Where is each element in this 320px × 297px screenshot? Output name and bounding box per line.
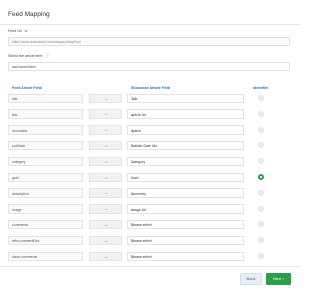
feed-field-box: comments	[8, 219, 83, 230]
mapping-row: category → Category ⌄	[0, 154, 300, 169]
chevron-down-icon: ⌄	[131, 207, 135, 212]
chevron-down-icon: ⌄	[131, 255, 135, 259]
mapping-row: pubDate → Publish Date Utc ⌄	[0, 138, 300, 153]
showcase-field-select[interactable]: Publish Date Utc ⌄	[127, 140, 244, 151]
showcase-field-select[interactable]: Summary ⌄	[127, 188, 244, 198]
mapping-row: slash:comments → Please select ⌄	[0, 249, 300, 264]
identifier-radio[interactable]	[258, 253, 264, 259]
identifier-radio[interactable]	[258, 95, 264, 101]
showcase-field-select[interactable]: Category ⌄	[127, 156, 244, 167]
identifier-radio[interactable]	[258, 158, 264, 165]
right-arrow-icon: →	[89, 251, 122, 261]
identifier-radio[interactable]	[258, 142, 264, 149]
feed-field-label: dc:creator	[12, 128, 28, 133]
feed-url-label: Feed Url	[8, 29, 22, 33]
showcase-field-select[interactable]: Image Url ⌄	[127, 204, 244, 214]
identifier-radio[interactable]	[258, 205, 264, 212]
chevron-down-icon: ⌄	[131, 97, 135, 101]
next-button-label: Next	[273, 276, 282, 281]
feed-field-box: description	[8, 188, 83, 198]
header-divider	[0, 24, 300, 25]
chevron-down-icon: ⌄	[131, 176, 135, 180]
feed-field-box: title	[8, 93, 83, 103]
feed-field-label: description	[12, 191, 29, 196]
feed-field-box: wfw:commentRss	[8, 235, 83, 246]
mapping-row: description → Summary ⌄	[0, 186, 300, 201]
feed-field-label: pubDate	[12, 144, 26, 149]
identifier-radio[interactable]	[258, 221, 264, 228]
feed-field-label: wfw:commentRss	[12, 239, 40, 244]
right-arrow-icon: →	[89, 235, 122, 246]
right-arrow-icon: →	[89, 109, 122, 119]
mapping-row: image → Image Url ⌄	[0, 202, 300, 217]
chevron-down-icon: ⌄	[131, 191, 135, 196]
mapping-row: title → Title ⌄	[0, 91, 300, 106]
feed-field-box: dc:creator	[8, 125, 83, 135]
showcase-field-select[interactable]: Author ⌄	[127, 125, 244, 135]
feed-field-label: slash:comments	[12, 255, 38, 259]
feed-field-box: link	[8, 109, 83, 119]
feed-field-box: pubDate	[8, 140, 83, 151]
mapping-row: guid → Guid ⌄	[0, 170, 300, 185]
chevron-down-icon: ⌄	[131, 239, 135, 244]
mapping-row: link → Article Url ⌄	[0, 107, 300, 122]
identifier-radio[interactable]	[258, 110, 264, 117]
right-arrow-icon: →	[89, 93, 122, 103]
select-article-label: Select the article item	[8, 54, 43, 58]
feed-field-box: category	[8, 156, 83, 167]
right-arrow-icon: →	[89, 140, 122, 151]
feed-mapping-modal: Feed Mapping Feed Url ⧉ https://www.dnai…	[0, 0, 300, 297]
feed-field-box: slash:comments	[8, 251, 83, 261]
next-button[interactable]: Next ›	[266, 273, 291, 285]
right-arrow-icon: →	[89, 204, 122, 214]
modal-title: Feed Mapping	[8, 11, 50, 18]
showcase-field-select[interactable]: Title ⌄	[127, 93, 244, 103]
mapping-row: dc:creator → Author ⌄	[0, 123, 300, 138]
identifier-radio[interactable]	[258, 189, 264, 196]
footer-divider	[0, 266, 300, 267]
showcase-field-select[interactable]: Please select ⌄	[127, 251, 244, 261]
chevron-down-icon: ⌄	[131, 223, 135, 228]
back-button[interactable]: Back	[240, 273, 262, 285]
mapping-row: comments → Please select ⌄	[0, 217, 300, 232]
feed-field-label: title	[12, 97, 18, 101]
feed-field-label: guid	[12, 176, 19, 180]
right-arrow-icon: →	[89, 156, 122, 167]
select-label-wrap: Select the article item ⓘ	[8, 54, 49, 59]
feed-url-label-wrap: Feed Url ⧉	[8, 29, 27, 33]
feed-field-label: image	[12, 207, 22, 212]
feed-field-label: category	[12, 160, 26, 165]
chevron-down-icon: ⌄	[131, 160, 135, 165]
identifier-radio[interactable]	[258, 237, 264, 244]
copy-icon[interactable]: ⧉	[25, 29, 28, 33]
feed-url-value: https://www.dnainclass.com/category/blog…	[12, 40, 81, 45]
chevron-right-icon: ›	[282, 276, 284, 281]
identifier-radio[interactable]	[258, 174, 264, 180]
column-header-target: Showcase Article Field	[131, 85, 171, 90]
showcase-field-select[interactable]: Please select ⌄	[127, 235, 244, 246]
feed-field-box: guid	[8, 172, 83, 182]
showcase-field-select[interactable]: Article Url ⌄	[127, 109, 244, 119]
column-header-source: Feed Article Field	[12, 85, 42, 90]
right-arrow-icon: →	[89, 219, 122, 230]
chevron-down-icon: ⌄	[131, 112, 135, 117]
chevron-down-icon: ⌄	[12, 65, 15, 70]
feed-field-box: image	[8, 204, 83, 214]
chevron-down-icon: ⌄	[131, 128, 135, 133]
info-icon[interactable]: ⓘ	[45, 54, 49, 59]
right-arrow-icon: →	[89, 188, 122, 198]
right-arrow-icon: →	[89, 125, 122, 135]
feed-field-label: link	[12, 112, 18, 117]
chevron-down-icon: ⌄	[131, 144, 135, 149]
mapping-row: wfw:commentRss → Please select ⌄	[0, 233, 300, 248]
right-arrow-icon: →	[89, 172, 122, 182]
identifier-radio[interactable]	[258, 126, 264, 133]
feed-url-field: https://www.dnainclass.com/category/blog…	[8, 37, 290, 46]
showcase-field-select[interactable]: Please select ⌄	[127, 219, 244, 230]
showcase-field-select[interactable]: Guid ⌄	[127, 172, 244, 182]
column-header-identifier: Identifier	[253, 85, 269, 90]
article-item-select[interactable]: rss/channel/item ⌄	[8, 62, 290, 71]
feed-field-label: comments	[12, 223, 29, 228]
